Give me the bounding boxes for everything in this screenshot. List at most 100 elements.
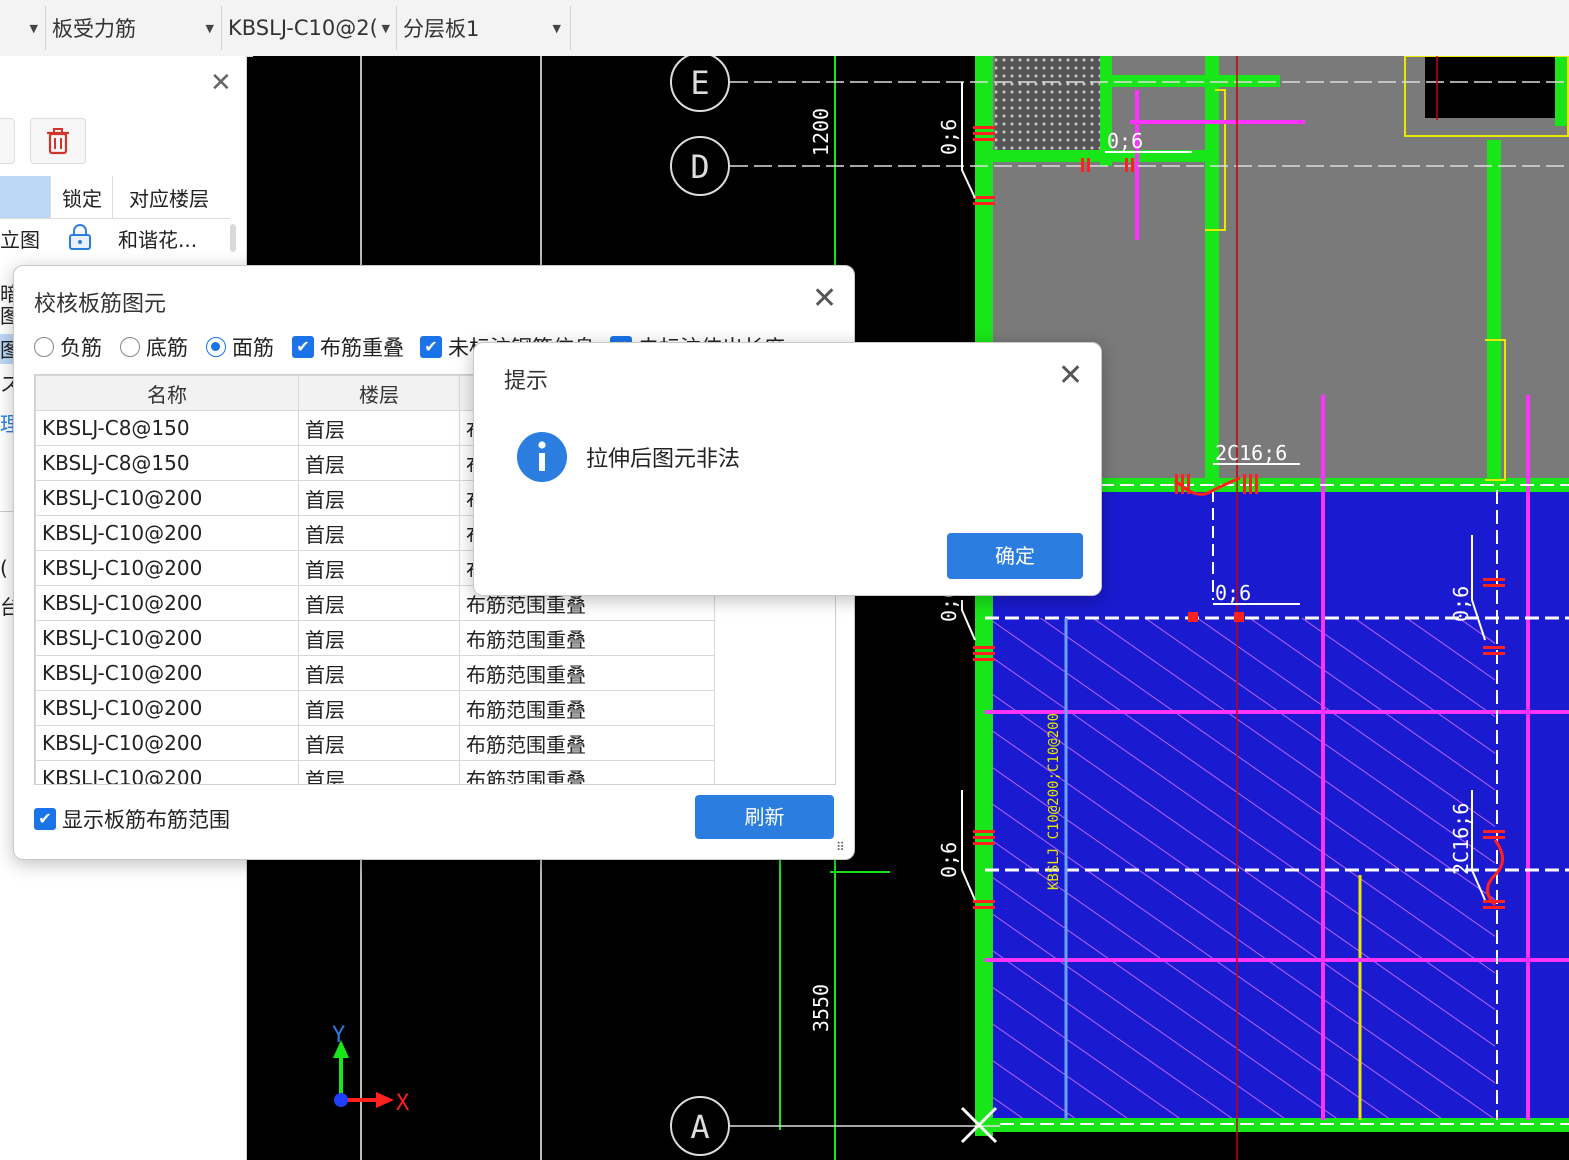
- top-toolbar: ▼ 板受力筋 ▼ KBSLJ-C10@2( ▼ 分层板1 ▼: [0, 0, 1569, 57]
- table-row[interactable]: KBSLJ-C10@200首层布筋范围重叠: [35, 725, 715, 761]
- element-name-combo[interactable]: KBSLJ-C10@2( ▼: [228, 8, 392, 48]
- column-header-name[interactable]: 名称: [35, 375, 299, 411]
- close-icon[interactable]: ✕: [812, 284, 837, 314]
- resize-grip-icon[interactable]: ⠿: [836, 840, 845, 854]
- info-icon: [517, 432, 567, 482]
- checkmark-icon: ✔: [292, 336, 314, 358]
- close-icon[interactable]: ✕: [1058, 361, 1083, 391]
- selected-header-cell: [0, 176, 50, 218]
- radio-negative-rebar[interactable]: 负筋: [34, 332, 102, 362]
- alert-dialog: 提示 ✕ 拉伸后图元非法 确定: [473, 342, 1102, 596]
- svg-text:D: D: [690, 148, 709, 186]
- ok-button[interactable]: 确定: [947, 533, 1083, 579]
- dialog-title: 校核板筋图元: [34, 292, 167, 317]
- row-floor-cell: 首层: [298, 480, 460, 516]
- checkbox-overlap[interactable]: ✔ 布筋重叠: [292, 332, 404, 362]
- chevron-down-icon: ▼: [29, 21, 38, 35]
- element-type-combo[interactable]: 板受力筋 ▼: [52, 8, 220, 48]
- row-floor-cell: 首层: [298, 725, 460, 761]
- row-floor: 和谐花...: [118, 228, 198, 252]
- rebar-label: 0;6: [1215, 581, 1251, 605]
- panel-tool-button[interactable]: [0, 118, 15, 164]
- row-floor-cell: 首层: [298, 690, 460, 726]
- lock-icon[interactable]: [66, 222, 94, 252]
- axis-bubble-d: D: [670, 136, 730, 196]
- rebar-label: 0;6: [1107, 129, 1143, 153]
- row-name-cell: KBSLJ-C8@150: [35, 445, 299, 481]
- chevron-down-icon: ▼: [552, 21, 561, 35]
- row-name-cell: KBSLJ-C10@200: [35, 725, 299, 761]
- trash-icon: [47, 128, 69, 155]
- radio-bottom-rebar[interactable]: 底筋: [120, 332, 188, 362]
- toolbar-divider: [396, 6, 397, 50]
- rebar-label: 0;6: [937, 119, 961, 155]
- rebar-label: 0;6: [937, 842, 961, 878]
- row-name-cell: KBSLJ-C10@200: [35, 620, 299, 656]
- dimension-3550: 3550: [809, 984, 833, 1032]
- row-floor-cell: 首层: [298, 550, 460, 586]
- row-issue-cell: 布筋范围重叠: [459, 725, 715, 761]
- table-row[interactable]: KBSLJ-C10@200首层布筋范围重叠: [35, 655, 715, 691]
- scrollbar[interactable]: [230, 224, 236, 252]
- checkmark-icon: ✔: [34, 808, 56, 830]
- table-row[interactable]: KBSLJ-C10@200首层布筋范围重叠: [35, 760, 715, 784]
- rebar-label: 0;6: [1449, 586, 1473, 622]
- toolbar-divider: [45, 6, 46, 50]
- row-floor-cell: 首层: [298, 620, 460, 656]
- rebar-label: 2C16;6: [1449, 803, 1473, 875]
- row-name-cell: KBSLJ-C8@150: [35, 410, 299, 446]
- row-name[interactable]: 立图: [0, 224, 40, 253]
- row-floor-cell: 首层: [298, 655, 460, 691]
- radio-selected-icon: [206, 337, 226, 357]
- toolbar-divider: [570, 6, 571, 50]
- table-row[interactable]: KBSLJ-C10@200首层布筋范围重叠: [35, 620, 715, 656]
- refresh-button[interactable]: 刷新: [695, 795, 834, 839]
- toolbar-divider: [221, 6, 222, 50]
- delete-button[interactable]: [30, 118, 86, 164]
- table-row[interactable]: KBSLJ-C10@200首层布筋范围重叠: [35, 690, 715, 726]
- checkbox-show-range[interactable]: ✔ 显示板筋布筋范围: [34, 804, 230, 834]
- row-name-cell: KBSLJ-C10@200: [35, 550, 299, 586]
- row-issue-cell: 布筋范围重叠: [459, 655, 715, 691]
- alert-message: 拉伸后图元非法: [586, 447, 741, 472]
- row-name-cell: KBSLJ-C10@200: [35, 655, 299, 691]
- panel-close-icon[interactable]: ✕: [210, 68, 232, 98]
- category-combo[interactable]: ▼: [0, 8, 44, 48]
- chevron-down-icon: ▼: [205, 21, 214, 35]
- row-issue-cell: 布筋范围重叠: [459, 690, 715, 726]
- layer-combo[interactable]: 分层板1 ▼: [403, 8, 567, 48]
- row-name-cell: KBSLJ-C10@200: [35, 480, 299, 516]
- slab-rebar-label: KBSLJ C10@200;C10@200: [1046, 713, 1062, 890]
- row-name-cell: KBSLJ-C10@200: [35, 585, 299, 621]
- row-floor-cell: 首层: [298, 585, 460, 621]
- row-floor-cell: 首层: [298, 410, 460, 446]
- row-issue-cell: 布筋范围重叠: [459, 620, 715, 656]
- row-name-cell: KBSLJ-C10@200: [35, 515, 299, 551]
- dimension-1200: 1200: [809, 108, 833, 156]
- chevron-down-icon: ▼: [381, 21, 390, 35]
- rebar-label: 2C16;6: [1215, 441, 1287, 465]
- radio-icon: [120, 337, 140, 357]
- floor-column-header[interactable]: 对应楼层: [112, 176, 225, 218]
- svg-text:A: A: [690, 1108, 709, 1146]
- alert-title: 提示: [504, 369, 549, 394]
- column-header-floor[interactable]: 楼层: [298, 375, 460, 411]
- partial-row-text: (: [0, 556, 8, 580]
- divider: [0, 218, 230, 219]
- row-floor-cell: 首层: [298, 515, 460, 551]
- row-name-cell: KBSLJ-C10@200: [35, 690, 299, 726]
- divider: [0, 511, 14, 512]
- axis-bubble-a: A: [670, 1096, 730, 1156]
- partial-row-text: 图: [0, 334, 20, 364]
- radio-top-rebar[interactable]: 面筋: [206, 332, 274, 362]
- axis-bubble-e: E: [670, 56, 730, 112]
- ucs-axis-icon: Y X: [332, 1023, 410, 1116]
- checkmark-icon: ✔: [420, 336, 442, 358]
- row-floor-cell: 首层: [298, 445, 460, 481]
- row-name-cell: KBSLJ-C10@200: [35, 760, 299, 784]
- row-issue-cell: 布筋范围重叠: [459, 760, 715, 784]
- svg-text:X: X: [396, 1091, 410, 1116]
- row-floor-cell: 首层: [298, 760, 460, 784]
- lock-column-header[interactable]: 锁定: [50, 176, 113, 218]
- radio-icon: [34, 337, 54, 357]
